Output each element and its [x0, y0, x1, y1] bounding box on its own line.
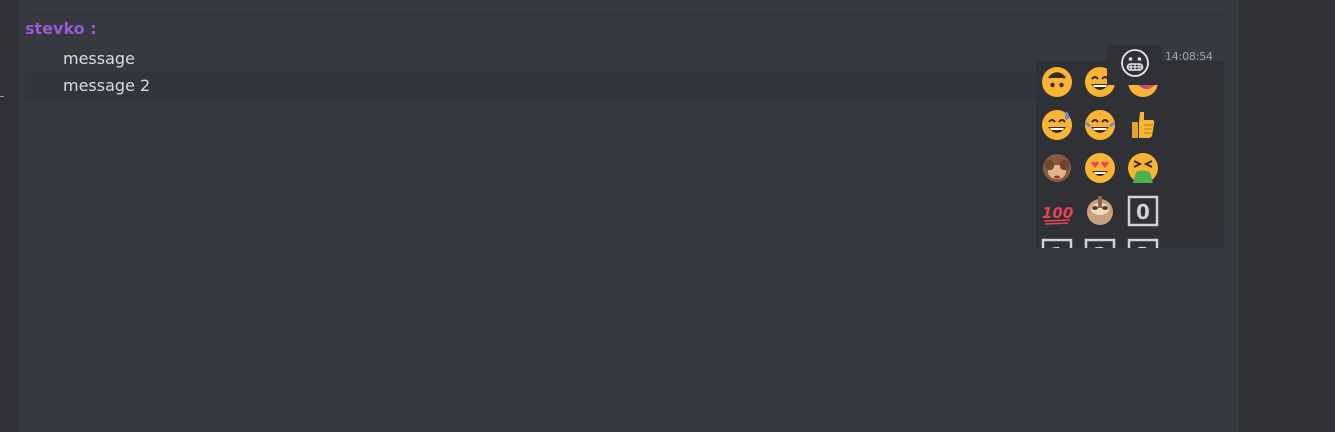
keycap-label: 1: [1050, 243, 1064, 248]
grimacing-face-icon: [1120, 48, 1150, 82]
hundred-points-icon[interactable]: 100: [1039, 193, 1075, 229]
keycap-label: 2: [1093, 243, 1107, 248]
svg-text:100: 100: [1042, 204, 1073, 222]
keycap-two-icon[interactable]: 2: [1082, 236, 1118, 248]
see-no-evil-monkey-icon[interactable]: [1039, 150, 1075, 186]
chat-main-panel: stevko : message message 2 14:08:54 100 …: [19, 0, 1239, 432]
message-text: message: [63, 49, 135, 68]
right-side-panel: [1239, 0, 1335, 432]
sidebar-tick: [0, 96, 4, 97]
keycap-label: 3: [1136, 243, 1150, 248]
upside-down-face-icon[interactable]: [1039, 64, 1075, 100]
tears-of-joy-face-icon[interactable]: [1082, 107, 1118, 143]
message-divider: [27, 14, 1224, 15]
message-text: message 2: [63, 76, 151, 95]
keycap-zero-icon[interactable]: 0: [1125, 193, 1161, 229]
thumbs-up-icon[interactable]: [1125, 107, 1161, 143]
message-author[interactable]: stevko :: [25, 19, 97, 38]
vomiting-face-icon[interactable]: [1125, 150, 1161, 186]
keycap-one-icon[interactable]: 1: [1039, 236, 1075, 248]
grinning-sweat-face-icon[interactable]: [1039, 107, 1075, 143]
sloth-icon[interactable]: [1082, 193, 1118, 229]
add-reaction-button[interactable]: [1107, 45, 1162, 85]
emoji-picker-popup: 100 0 1 2 3: [1036, 61, 1224, 248]
keycap-label: 0: [1136, 200, 1150, 224]
keycap-three-icon[interactable]: 3: [1125, 236, 1161, 248]
heart-eyes-face-icon[interactable]: [1082, 150, 1118, 186]
left-sidebar-strip: [0, 0, 19, 432]
